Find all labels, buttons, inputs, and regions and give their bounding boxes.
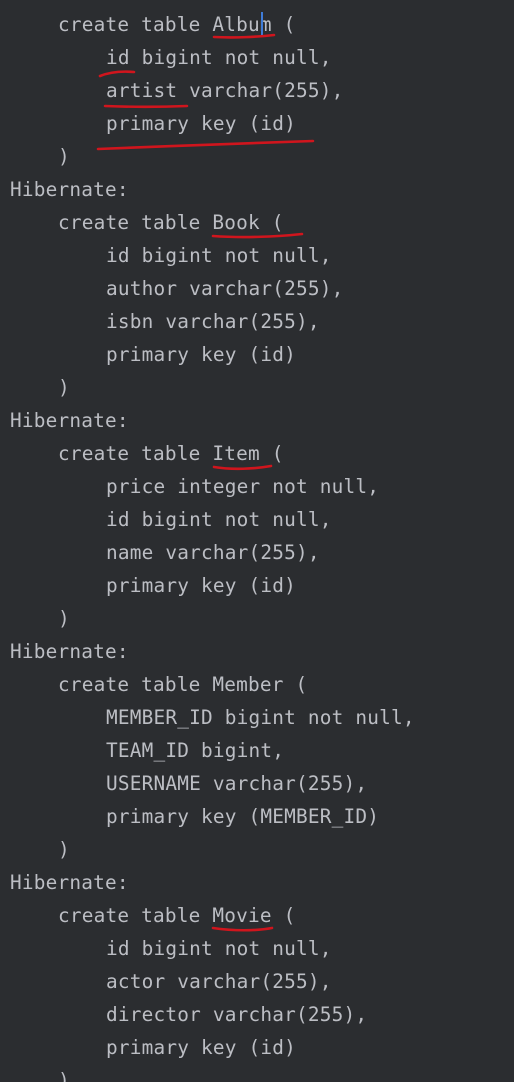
sql-line: primary key (id) xyxy=(106,343,296,366)
sql-line: ) xyxy=(58,1069,70,1082)
sql-line: author varchar(255), xyxy=(106,277,344,300)
sql-line: create table Book ( xyxy=(58,211,284,234)
sql-line: TEAM_ID bigint, xyxy=(106,739,285,762)
sql-line: primary key (MEMBER_ID) xyxy=(106,805,380,828)
underline-primary-key xyxy=(96,139,315,151)
log-prefix: Hibernate: xyxy=(10,178,129,201)
sql-line: primary key (id) xyxy=(106,574,296,597)
log-prefix: Hibernate: xyxy=(10,871,129,894)
sql-line: create table Member ( xyxy=(58,673,308,696)
sql-line: artist varchar(255), xyxy=(106,79,344,102)
log-prefix: Hibernate: xyxy=(10,409,129,432)
sql-line: primary key (id) xyxy=(106,1036,296,1059)
sql-line: id bigint not null, xyxy=(106,937,332,960)
sql-line: USERNAME varchar(255), xyxy=(106,772,368,795)
sql-line: price integer not null, xyxy=(106,475,380,498)
sql-line: create table Item ( xyxy=(58,442,284,465)
sql-line: primary key (id) xyxy=(106,112,296,135)
sql-line: ) xyxy=(58,145,70,168)
sql-line: create table Movie ( xyxy=(58,904,296,927)
sql-line: isbn varchar(255), xyxy=(106,310,320,333)
log-prefix: Hibernate: xyxy=(10,640,129,663)
sql-line: id bigint not null, xyxy=(106,508,332,531)
sql-line: ) xyxy=(58,607,70,630)
sql-line: ) xyxy=(58,838,70,861)
sql-line: id bigint not null, xyxy=(106,46,332,69)
sql-line: actor varchar(255), xyxy=(106,970,332,993)
sql-line: name varchar(255), xyxy=(106,541,320,564)
sql-line: create table Album ( xyxy=(58,13,296,36)
text-caret xyxy=(261,12,263,36)
console-output[interactable]: create table Album ( id bigint not null,… xyxy=(0,0,514,1082)
sql-line: ) xyxy=(58,376,70,399)
sql-line: id bigint not null, xyxy=(106,244,332,267)
sql-line: MEMBER_ID bigint not null, xyxy=(106,706,415,729)
sql-line: director varchar(255), xyxy=(106,1003,368,1026)
